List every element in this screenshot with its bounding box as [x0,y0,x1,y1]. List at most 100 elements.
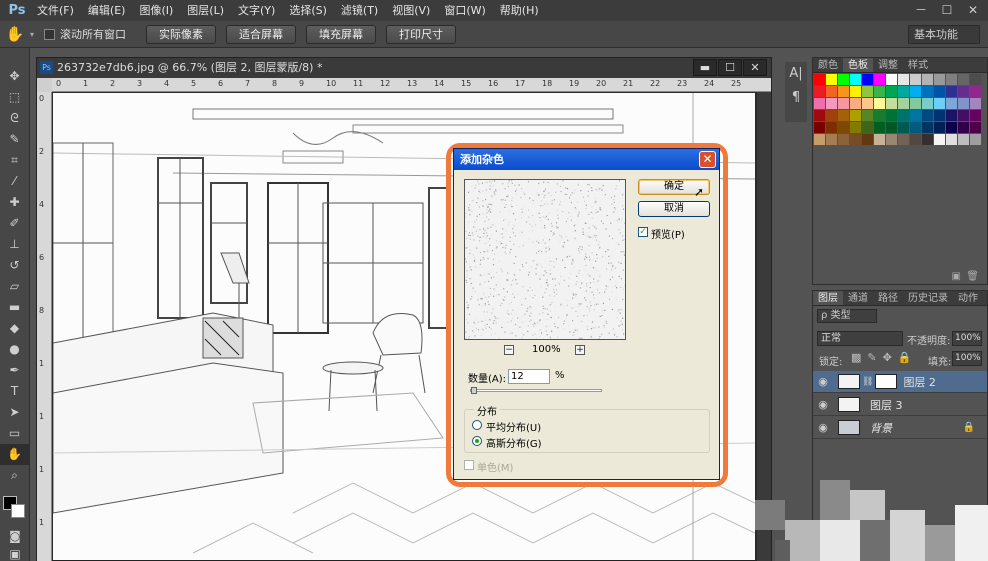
color-swatch[interactable] [850,134,861,145]
dodge-tool-icon[interactable]: ● [0,339,29,360]
color-swatch[interactable] [838,122,849,133]
zoom-tool-icon[interactable]: ⌕ [0,465,29,486]
amount-slider-track[interactable] [470,389,602,392]
color-swatch[interactable] [862,110,873,121]
color-swatch[interactable] [946,110,957,121]
chain-icon[interactable]: ⛓ [862,377,873,387]
new-swatch-icon[interactable]: ▣ [952,271,961,282]
color-swatch[interactable] [814,98,825,109]
color-swatch[interactable] [922,134,933,145]
actual-pixels-button[interactable]: 实际像素 [146,24,217,44]
color-swatch[interactable] [838,110,849,121]
color-swatch[interactable] [826,86,837,97]
menu-view[interactable]: 视图(V) [385,0,437,21]
doc-minimize-icon[interactable]: ▬ [693,59,717,76]
tool-preset-chevron-icon[interactable]: ▾ [30,30,34,39]
menu-type[interactable]: 文字(Y) [231,0,282,21]
color-swatch[interactable] [862,98,873,109]
monochromatic-checkbox[interactable] [464,460,474,470]
color-swatch[interactable] [970,134,981,145]
menu-file[interactable]: 文件(F) [30,0,81,21]
color-swatch[interactable] [850,98,861,109]
hand-icon[interactable]: ✋ [0,25,30,43]
healing-tool-icon[interactable]: ✚ [0,192,29,213]
fit-screen-button[interactable]: 适合屏幕 [226,24,297,44]
color-swatch[interactable] [886,86,897,97]
move-tool-icon[interactable]: ✥ [0,66,29,87]
color-swatch[interactable] [814,122,825,133]
color-swatch[interactable] [838,98,849,109]
menu-window[interactable]: 窗口(W) [437,0,492,21]
color-swatch[interactable] [886,134,897,145]
quick-select-tool-icon[interactable]: ✎ [0,129,29,150]
color-swatch[interactable] [898,74,909,85]
color-swatch[interactable] [910,134,921,145]
history-brush-tool-icon[interactable]: ↺ [0,255,29,276]
path-select-tool-icon[interactable]: ➤ [0,402,29,423]
amount-input[interactable]: 12 [508,369,550,384]
amount-slider-thumb[interactable] [470,387,477,394]
character-panel-icon[interactable]: A| [785,62,807,86]
preview-checkbox[interactable]: ✓ [638,227,648,237]
trash-icon[interactable]: 🗑 [966,271,979,282]
dialog-close-icon[interactable]: ✕ [699,151,716,168]
color-swatch[interactable] [826,134,837,145]
color-swatch[interactable] [850,122,861,133]
tab-channels[interactable]: 通道 [843,291,873,305]
color-swatch[interactable] [814,110,825,121]
close-icon[interactable]: ✕ [960,0,986,21]
color-swatch[interactable] [934,74,945,85]
type-tool-icon[interactable]: T [0,381,29,402]
color-swatch[interactable] [934,134,945,145]
color-swatch[interactable] [826,122,837,133]
gradient-tool-icon[interactable]: ▬ [0,297,29,318]
marquee-tool-icon[interactable]: ⬚ [0,87,29,108]
tab-layers[interactable]: 图层 [813,291,843,305]
color-swatch[interactable] [970,110,981,121]
color-swatch[interactable] [958,134,969,145]
cancel-button[interactable]: 取消 [638,201,710,217]
ruler-origin[interactable] [37,78,52,92]
tab-history[interactable]: 历史记录 [903,291,953,305]
workspace-select[interactable]: 基本功能 [908,25,980,44]
color-swatch[interactable] [838,74,849,85]
horizontal-ruler[interactable]: 0 1 2 3 4 5 6 7 8 9 10 11 12 13 14 15 16… [52,78,771,92]
color-swatch[interactable] [922,110,933,121]
print-size-button[interactable]: 打印尺寸 [386,24,457,44]
screen-mode-icon[interactable]: ▣ [0,544,30,561]
document-tab[interactable]: Ps 263732e7db6.jpg @ 66.7% (图层 2, 图层蒙版/8… [37,58,771,78]
color-swatch[interactable] [970,74,981,85]
color-swatch[interactable] [946,122,957,133]
background-color-swatch[interactable] [11,504,25,518]
scroll-all-windows-checkbox[interactable]: 滚动所有窗口 [44,26,126,42]
eye-icon[interactable]: ◉ [813,375,833,388]
minimize-icon[interactable]: － [908,0,934,21]
color-swatch[interactable] [946,74,957,85]
color-swatch[interactable] [886,98,897,109]
blur-tool-icon[interactable]: ◆ [0,318,29,339]
tab-color[interactable]: 颜色 [813,58,843,72]
layer-row-layer3[interactable]: ◉ 图层 3 [813,394,987,416]
lasso-tool-icon[interactable]: ᘓ [0,108,29,129]
color-swatch[interactable] [874,98,885,109]
lock-icons[interactable]: ▩✎✥🔒 [851,351,918,364]
color-swatch[interactable] [826,98,837,109]
menu-filter[interactable]: 滤镜(T) [334,0,385,21]
doc-close-icon[interactable]: ✕ [743,59,767,76]
color-swatch[interactable] [874,110,885,121]
color-swatch[interactable] [958,110,969,121]
color-swatch[interactable] [886,74,897,85]
color-swatch[interactable] [910,74,921,85]
menu-image[interactable]: 图像(I) [132,0,180,21]
color-swatch[interactable] [874,74,885,85]
brush-tool-icon[interactable]: ✐ [0,213,29,234]
menu-select[interactable]: 选择(S) [282,0,334,21]
color-swatch[interactable] [958,98,969,109]
color-swatch[interactable] [934,86,945,97]
color-swatch[interactable] [886,110,897,121]
shape-tool-icon[interactable]: ▭ [0,423,29,444]
color-swatch[interactable] [970,86,981,97]
eye-icon[interactable]: ◉ [813,398,833,411]
color-swatch[interactable] [958,122,969,133]
color-swatch[interactable] [898,110,909,121]
